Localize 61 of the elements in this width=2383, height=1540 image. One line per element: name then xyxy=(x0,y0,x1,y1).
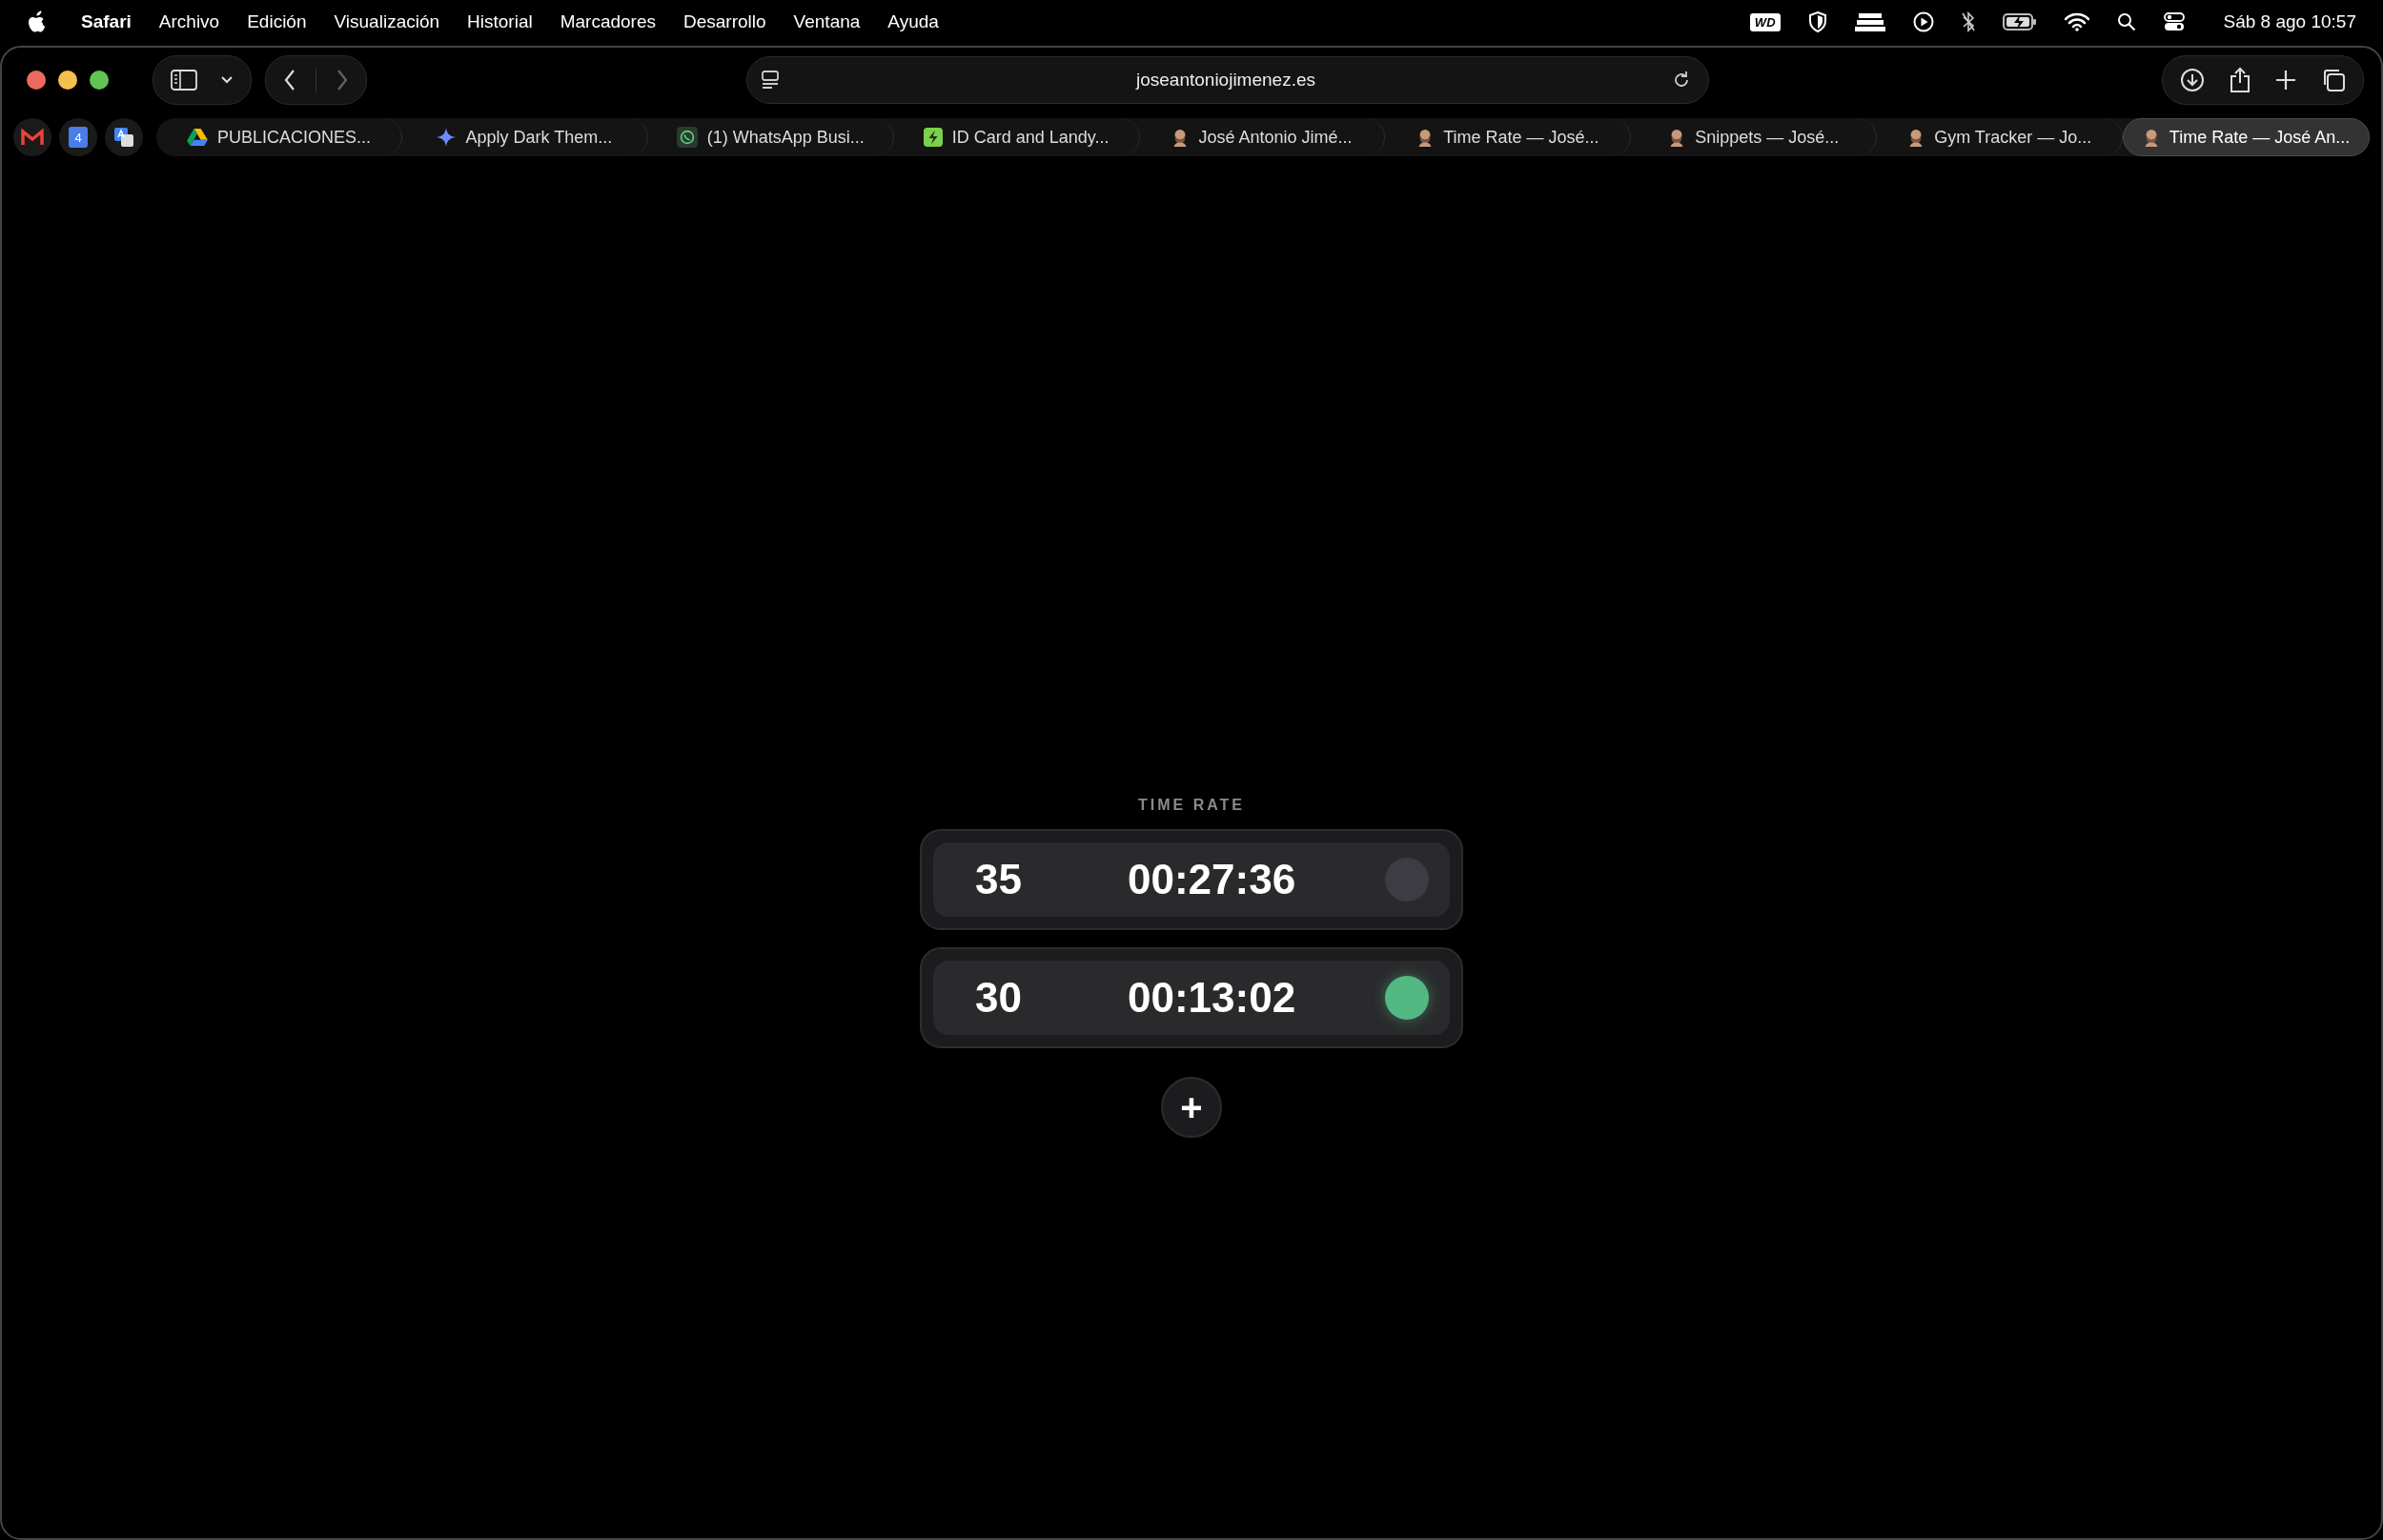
menu-item[interactable]: Ayuda xyxy=(887,11,939,32)
drive-icon xyxy=(186,128,208,147)
minimize-button[interactable] xyxy=(58,71,77,90)
bluetooth-icon[interactable] xyxy=(1961,11,1975,32)
apple-icon[interactable] xyxy=(27,10,46,33)
share-icon[interactable] xyxy=(2230,67,2251,93)
elapsed-time: 00:27:36 xyxy=(1127,856,1297,903)
mail-icon xyxy=(21,129,44,146)
menu-item[interactable]: Edición xyxy=(247,11,307,32)
chevron-down-icon xyxy=(220,75,234,85)
rate-value: 30 xyxy=(975,974,1023,1022)
browser-tab[interactable]: ID Card and Landy... xyxy=(893,119,1140,155)
translate-icon xyxy=(112,126,135,149)
url-text: joseantoniojimenez.es xyxy=(1134,70,1316,91)
toggle-button[interactable] xyxy=(1385,976,1429,1020)
stack-icon[interactable] xyxy=(1854,12,1885,31)
browser-tab[interactable]: Apply Dark Them... xyxy=(401,119,648,155)
close-button[interactable] xyxy=(27,71,46,90)
add-button[interactable]: + xyxy=(1161,1077,1222,1138)
sidebar-icon xyxy=(171,70,197,91)
sparkle-icon xyxy=(437,128,457,147)
browser-tab[interactable]: Snippets — José... xyxy=(1631,119,1878,155)
menu-item[interactable]: Historial xyxy=(467,11,533,32)
menu-item[interactable]: Archivo xyxy=(158,11,220,32)
search-icon[interactable] xyxy=(2116,12,2136,31)
browser-tab[interactable]: Gym Tracker — Jo... xyxy=(1877,119,2124,155)
pinned-tab[interactable] xyxy=(105,118,143,156)
browser-tab[interactable]: José Antonio Jimé... xyxy=(1139,119,1386,155)
menu-item[interactable]: Visualización xyxy=(334,11,440,32)
battery-icon[interactable] xyxy=(2002,12,2037,31)
app-title: TIME RATE xyxy=(1138,797,1245,814)
sidebar-button[interactable] xyxy=(153,55,252,105)
elapsed-time: 00:13:02 xyxy=(1127,974,1297,1022)
rate-value: 35 xyxy=(975,856,1023,903)
tabs-overview-icon[interactable] xyxy=(2321,68,2346,92)
page-menu-icon[interactable] xyxy=(761,70,780,91)
zoom-button[interactable] xyxy=(90,71,109,90)
pinned-tab[interactable]: 4 xyxy=(59,118,97,156)
browser-tab[interactable]: Time Rate — José An... xyxy=(2123,118,2370,156)
wifi-icon[interactable] xyxy=(2064,12,2089,31)
browser-tab[interactable]: (1) WhatsApp Busi... xyxy=(647,119,894,155)
reload-icon[interactable] xyxy=(1672,71,1691,90)
chat-icon xyxy=(676,127,698,148)
menu-item[interactable]: Desarrollo xyxy=(683,11,766,32)
shield-icon[interactable] xyxy=(1807,10,1827,33)
play-icon[interactable] xyxy=(1912,11,1934,32)
address-field[interactable]: joseantoniojimenez.es xyxy=(746,56,1709,104)
menu-item[interactable]: Marcadores xyxy=(560,11,656,32)
download-icon[interactable] xyxy=(2180,68,2205,92)
menu-item[interactable]: Ventana xyxy=(793,11,861,32)
app-menu[interactable]: Safari xyxy=(81,11,132,32)
menu-bar-clock[interactable]: Sáb 8 ago 10:57 xyxy=(2223,11,2356,32)
browser-tab[interactable]: PUBLICACIONES... xyxy=(156,119,402,155)
back-icon[interactable] xyxy=(283,69,296,91)
control-center-icon[interactable] xyxy=(2163,12,2185,31)
new-tab-icon[interactable] xyxy=(2275,70,2296,91)
forward-icon[interactable] xyxy=(336,69,349,91)
drive-status-icon[interactable]: WD xyxy=(1749,12,1781,31)
browser-tab[interactable]: Time Rate — José... xyxy=(1385,119,1632,155)
calendar-icon: 4 xyxy=(69,127,88,148)
bolt-icon xyxy=(923,128,943,147)
